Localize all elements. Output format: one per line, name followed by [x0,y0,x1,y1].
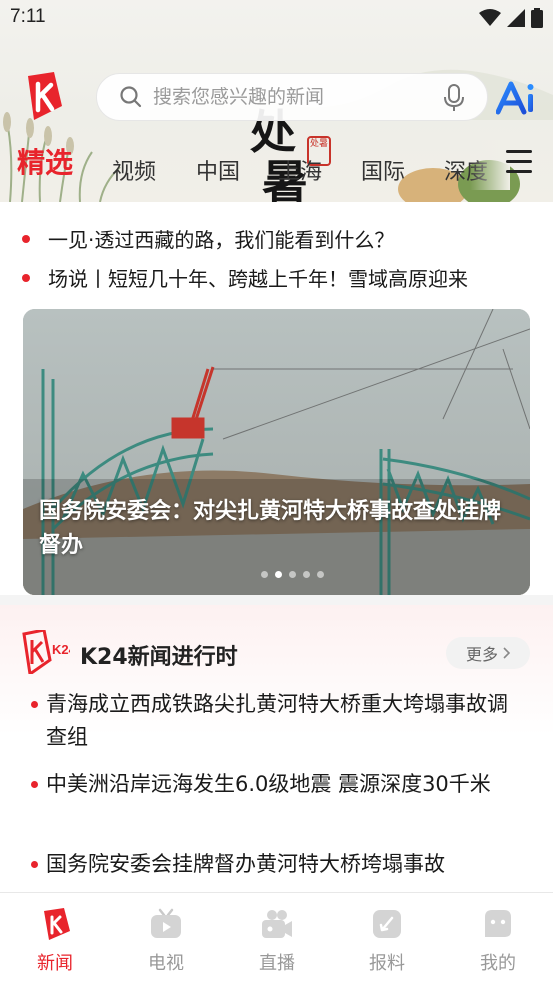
k24-news-item[interactable]: 青海成立西成铁路尖扎黄河特大桥重大垮塌事故调查组 [31,688,516,754]
nav-live[interactable]: 直播 [237,907,317,975]
pager-dot[interactable] [317,571,324,578]
tv-icon [151,908,181,938]
headline-text: 场说丨短短几十年、跨越上千年！雪域高原迎来 [48,267,468,291]
k24-news-text: 国务院安委会挂牌督办黄河特大桥垮塌事故 [46,852,445,876]
nav-report-label: 报料 [369,953,405,974]
news-icon [44,908,70,940]
wifi-icon [479,9,501,26]
tab-featured[interactable]: 精选 [17,141,73,181]
status-time: 7:11 [10,6,46,27]
more-button[interactable]: 更多 [446,637,530,669]
headline-item[interactable]: 场说丨短短几十年、跨越上千年！雪域高原迎来 [22,263,542,292]
k24-news-item[interactable]: 中美洲沿岸远海发生6.0级地震 震源深度30千米 [31,768,516,801]
k24-news-section: K24 K24新闻进行时 更多 青海成立西成铁路尖扎黄河特大桥重大垮塌事故调查组… [0,605,553,892]
more-button-label: 更多 [465,645,498,664]
main-feed: 一见·透过西藏的路，我们能看到什么？ 场说丨短短几十年、跨越上千年！雪域高原迎来 [0,202,553,892]
k24-news-item[interactable]: 国务院安委会挂牌督办黄河特大桥垮塌事故 [31,848,516,881]
search-bar[interactable] [96,73,488,121]
tab-shanghai[interactable]: 上海 [278,154,322,186]
bullet-dot [31,701,38,708]
ai-assistant-icon[interactable] [496,78,538,118]
profile-icon [485,910,511,937]
signal-icon [507,9,525,27]
k24-section-title: K24新闻进行时 [80,645,238,670]
tab-video[interactable]: 视频 [112,154,156,186]
nav-report[interactable]: 报料 [347,907,427,975]
k24-logo-text: K24 [52,642,70,657]
bullet-dot [31,861,38,868]
news-app-screen: 处 暑 处暑 7:11 搜索您感兴趣的新闻 精选 视频 中国 上海 国际 深度 … [0,0,553,984]
section-divider [0,595,553,605]
battery-icon [531,8,543,28]
microphone-icon[interactable] [443,84,465,112]
nav-profile-label: 我的 [480,953,516,974]
report-icon [373,910,401,938]
status-icons [479,8,543,28]
bullet-dot [22,273,30,282]
banner-pager [261,571,324,578]
app-logo[interactable] [22,72,62,120]
chevron-right-icon [503,647,510,659]
tabs-fade-overlay [470,140,510,190]
k24-logo-icon: K24 [22,630,70,674]
nav-live-label: 直播 [259,953,295,974]
pager-dot[interactable] [261,571,268,578]
tab-international[interactable]: 国际 [361,154,405,186]
nav-tv-label: 电视 [148,953,184,974]
pager-dot[interactable] [303,571,310,578]
live-camera-icon [262,910,292,938]
headline-item[interactable]: 一见·透过西藏的路，我们能看到什么？ [22,224,542,253]
nav-news[interactable]: 新闻 [15,907,95,975]
tab-china[interactable]: 中国 [196,154,240,186]
pager-dot[interactable] [289,571,296,578]
pager-dot-active[interactable] [275,571,282,578]
headline-text: 一见·透过西藏的路，我们能看到什么？ [48,228,395,252]
search-input[interactable] [153,86,433,108]
bottom-navigation: 新闻 电视 直播 报料 我的 [0,892,553,984]
nav-profile[interactable]: 我的 [458,907,538,975]
bullet-dot [22,234,30,243]
banner-title: 国务院安委会：对尖扎黄河特大桥事故查处挂牌督办 [39,499,502,558]
nav-tv[interactable]: 电视 [126,907,206,975]
channel-tabs: 精选 视频 中国 上海 国际 深度 [0,144,500,190]
search-icon [120,86,142,108]
bullet-dot [31,781,38,788]
k24-news-text: 青海成立西成铁路尖扎黄河特大桥重大垮塌事故调查组 [46,692,508,749]
k24-news-text: 中美洲沿岸远海发生6.0级地震 震源深度30千米 [46,772,491,796]
menu-icon[interactable] [506,150,534,180]
nav-news-label: 新闻 [37,953,73,974]
featured-banner[interactable]: 国务院安委会：对尖扎黄河特大桥事故查处挂牌督办 [23,309,530,595]
status-bar: 7:11 [0,0,553,38]
